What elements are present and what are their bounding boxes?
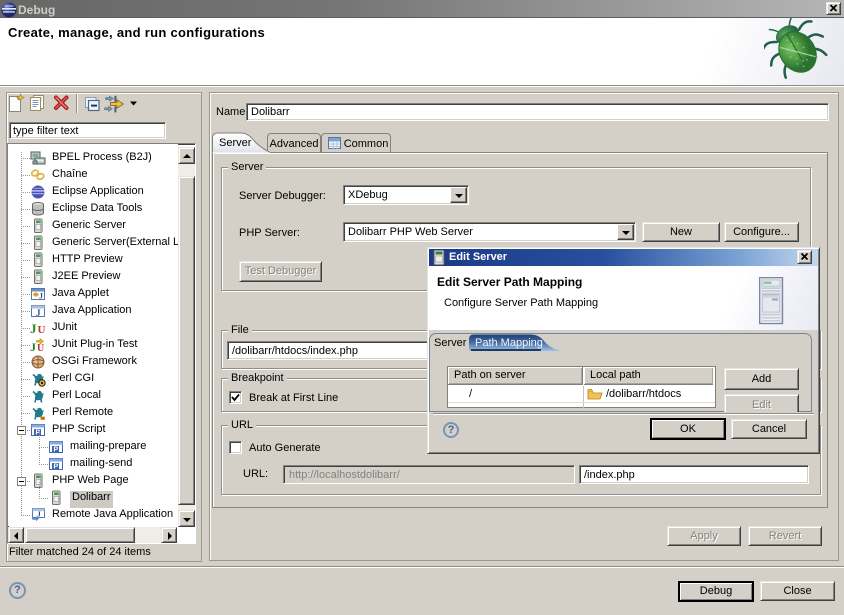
svg-text:J: J [30,321,37,336]
svg-text:J: J [37,510,41,519]
svg-text:J: J [30,340,36,353]
svg-text:J: J [39,292,43,301]
svg-text:U: U [38,324,46,336]
svg-text:P: P [54,464,59,471]
svg-text:J: J [36,308,41,318]
svg-text:P: P [54,447,59,454]
svg-text:U: U [37,343,44,353]
